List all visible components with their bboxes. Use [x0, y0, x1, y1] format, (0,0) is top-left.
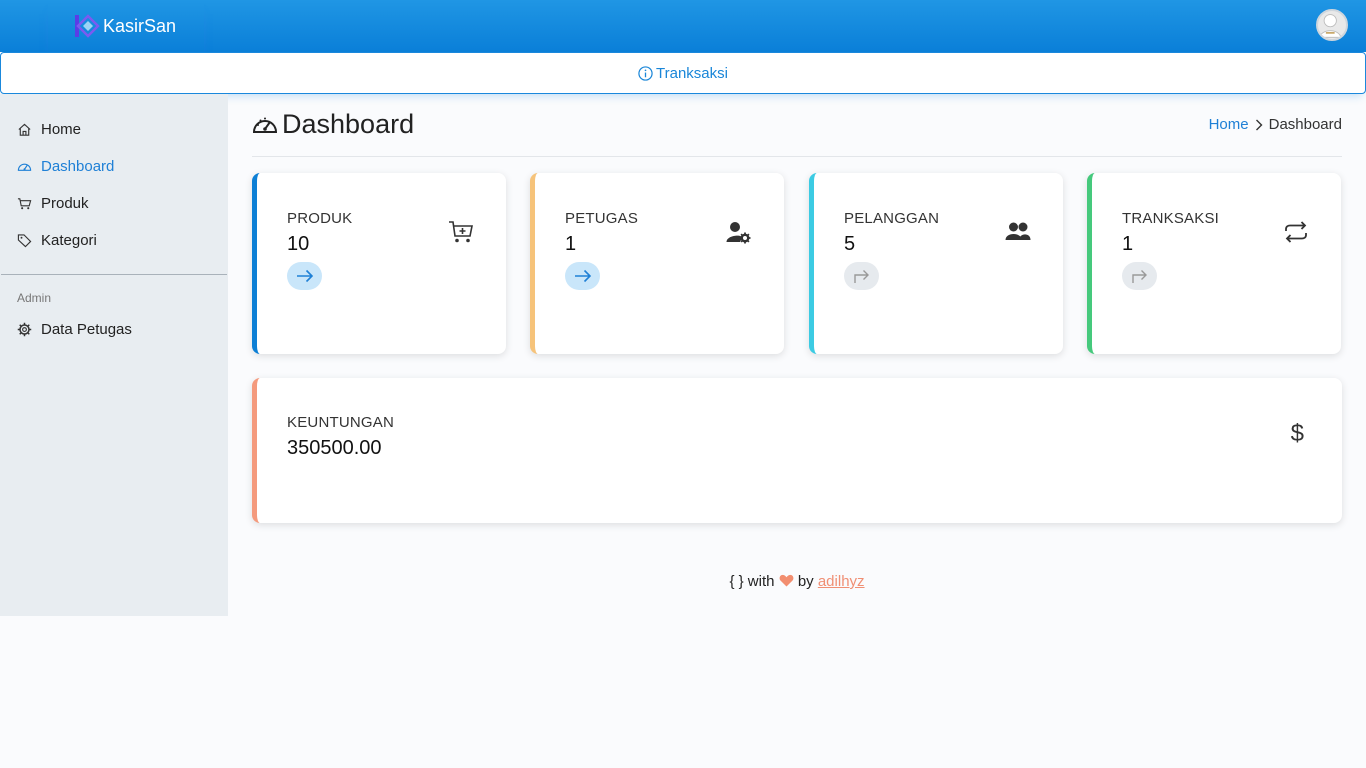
stat-cards: PRODUK 10 PETUGAS 1 PELANGGAN 5 TRANKSAK… [252, 173, 1342, 354]
card-value: 1 [565, 233, 577, 255]
main-content: Dashboard Home Dashboard PRODUK 10 PETUG… [252, 94, 1342, 590]
card-value: 1 [1122, 233, 1134, 255]
stat-card-produk: PRODUK 10 [252, 173, 506, 354]
chevron-right-icon [1255, 119, 1263, 130]
page-header: Dashboard Home Dashboard [252, 94, 1342, 157]
user-avatar-icon [1319, 14, 1342, 38]
tag-icon [17, 234, 32, 248]
sidebar-item-data-petugas[interactable]: Data Petugas [0, 311, 228, 348]
pelanggan-go-button[interactable] [844, 262, 879, 290]
arrow-right-icon [574, 269, 591, 283]
stat-card-petugas: PETUGAS 1 [530, 173, 784, 354]
author-link[interactable]: adilhyz [818, 573, 865, 590]
breadcrumb-current: Dashboard [1268, 116, 1342, 133]
kasirsan-logo-icon [75, 14, 100, 38]
card-value: 10 [287, 233, 310, 255]
card-title: TRANKSAKSI [1122, 210, 1220, 227]
dollar-icon: $ [1290, 420, 1304, 447]
gear-icon [17, 322, 32, 337]
home-icon [18, 123, 31, 136]
users-icon [1005, 222, 1031, 240]
cart-plus-icon [449, 221, 473, 243]
sidebar-heading-admin: Admin [17, 291, 52, 305]
sidebar: Home Dashboard Produk Kategori Admin Dat… [0, 94, 228, 616]
cart-icon [17, 198, 32, 210]
sidebar-item-label: Produk [41, 195, 89, 212]
card-value: 5 [844, 233, 856, 255]
top-navbar: KasirSan [0, 0, 1366, 52]
card-title: KEUNTUNGAN [287, 414, 395, 431]
breadcrumb-home-link[interactable]: Home [1209, 116, 1249, 133]
heart-icon [779, 574, 794, 587]
sidebar-item-label: Kategori [41, 232, 97, 249]
stat-card-keuntungan: KEUNTUNGAN 350500.00 $ [252, 378, 1342, 523]
sidebar-item-label: Data Petugas [41, 321, 132, 338]
petugas-go-button[interactable] [565, 262, 600, 290]
sidebar-item-dashboard[interactable]: Dashboard [0, 148, 228, 185]
arrow-right-icon [296, 269, 313, 283]
card-title: PRODUK [287, 210, 353, 227]
tranksaksi-go-button[interactable] [1122, 262, 1157, 290]
share-arrow-icon [853, 270, 869, 283]
stat-card-tranksaksi: TRANKSAKSI 1 [1087, 173, 1341, 354]
card-value: 350500.00 [287, 437, 382, 459]
card-title: PELANGGAN [844, 210, 940, 227]
sidebar-divider [1, 274, 227, 275]
notice-label: Tranksaksi [656, 64, 728, 82]
repeat-icon [1285, 221, 1307, 243]
user-avatar[interactable] [1316, 9, 1348, 41]
sidebar-item-kategori[interactable]: Kategori [0, 222, 228, 259]
sidebar-item-home[interactable]: Home [0, 111, 228, 148]
footer-by: by [797, 573, 814, 590]
produk-go-button[interactable] [287, 262, 322, 290]
card-title: PETUGAS [565, 210, 639, 227]
user-gear-icon [726, 222, 751, 244]
dashboard-icon [252, 117, 278, 133]
brand[interactable]: KasirSan [48, 0, 204, 52]
page-title-text: Dashboard [282, 108, 415, 139]
share-arrow-icon [1131, 270, 1147, 283]
sidebar-item-label: Home [41, 121, 82, 138]
sidebar-item-produk[interactable]: Produk [0, 185, 228, 222]
info-icon [638, 65, 653, 81]
brand-name: KasirSan [103, 15, 177, 36]
breadcrumb: Home Dashboard [1209, 116, 1342, 133]
dashboard-icon [17, 163, 32, 171]
stat-card-pelanggan: PELANGGAN 5 [809, 173, 1063, 354]
page-title: Dashboard [252, 109, 414, 140]
footer-prefix: { } with [729, 573, 775, 590]
sidebar-item-label: Dashboard [41, 158, 115, 175]
transaction-notice-link[interactable]: Tranksaksi [0, 52, 1366, 94]
footer: { } with by adilhyz [252, 573, 1342, 590]
